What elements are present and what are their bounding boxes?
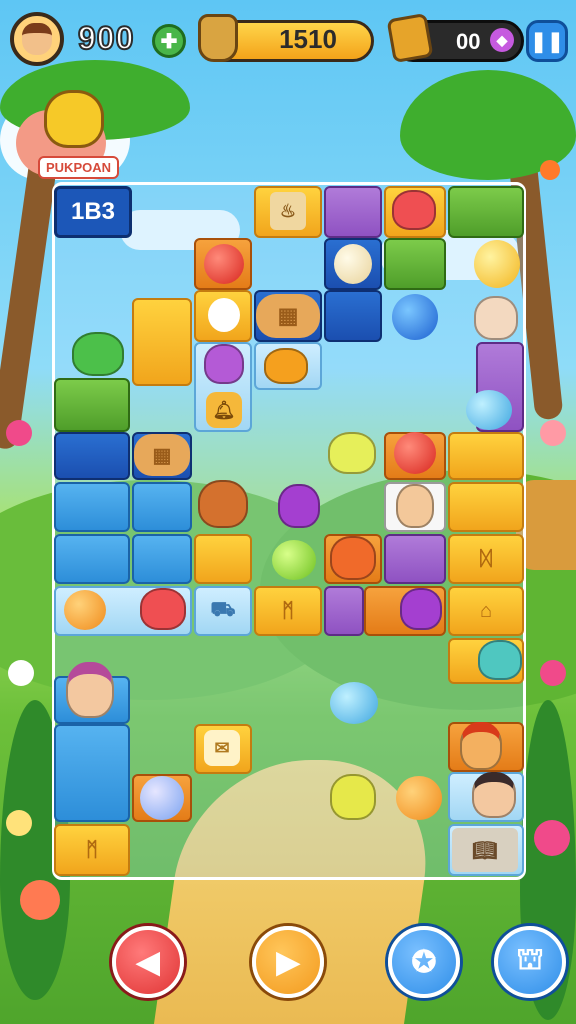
next-button[interactable]: ▶ [252, 926, 324, 998]
blue-creature [330, 682, 378, 724]
puzzle-tile[interactable] [448, 432, 524, 480]
plus-icon: ✚ [160, 30, 178, 53]
flower [6, 420, 32, 446]
left-arrow-icon: ◀ [136, 945, 160, 979]
hint-button[interactable]: ✪ [388, 926, 460, 998]
disco-ball [140, 776, 184, 820]
flower [20, 880, 60, 920]
player-avatar-icon[interactable] [10, 12, 64, 66]
purple-monster-creature [400, 588, 442, 630]
green-bird-creature [72, 332, 124, 376]
purple-creature [204, 344, 244, 384]
puzzle-tile[interactable] [54, 724, 130, 822]
girl-character [474, 296, 518, 340]
flower [540, 420, 566, 446]
scroll-icon: ✉ [204, 730, 240, 766]
orange-fish-creature [264, 348, 308, 384]
puzzle-tile[interactable] [324, 290, 382, 342]
bell-icon: 🔔︎ [206, 392, 242, 428]
grass-tile[interactable] [384, 238, 446, 290]
puzzle-tile[interactable] [132, 298, 192, 386]
pink-hair-character [66, 662, 114, 718]
gem-count: 00 [456, 29, 481, 54]
grass-tile[interactable] [54, 378, 130, 432]
coin-sack-icon [198, 14, 238, 62]
red-ball [394, 432, 436, 474]
waffle-icon: ▦ [134, 434, 190, 476]
book-icon: 📖︎ [452, 828, 518, 872]
previous-button[interactable]: ◀ [112, 926, 184, 998]
cream-puff [208, 298, 240, 332]
puzzle-tile[interactable] [324, 186, 382, 238]
puzzle-tile[interactable] [54, 432, 130, 480]
bear-mascot [44, 90, 104, 148]
green-ball [272, 540, 316, 580]
waffle-icon: ▦ [256, 294, 320, 338]
rune-tile[interactable]: ᛞ [448, 534, 524, 584]
rune-tile[interactable]: ᛗ [54, 824, 130, 876]
red-hair-character [460, 722, 502, 770]
level-indicator: 1B3 [54, 186, 132, 238]
yellow-ball [474, 240, 520, 288]
puzzle-tile[interactable] [194, 534, 252, 584]
cupcake-icon: ♨ [270, 192, 306, 230]
magnifier-icon: ✪ [411, 945, 437, 979]
dark-hair-character [472, 772, 516, 818]
red-fish-creature [140, 588, 186, 630]
boy-character [396, 484, 434, 528]
gem-icon: ◆ [490, 28, 514, 52]
rune-tile[interactable]: ᛗ [254, 586, 322, 636]
red-fish-creature [392, 190, 436, 230]
blue-creature [466, 390, 512, 430]
map-icon: ⛫ [516, 943, 544, 976]
flower [6, 810, 32, 836]
cart-tile[interactable]: ⛟ [194, 586, 252, 636]
flower [540, 160, 560, 180]
teal-fish-creature [478, 640, 522, 680]
mascot-label: PUKPOAN [38, 156, 120, 179]
brown-bear-creature [198, 480, 248, 528]
orange-creature [396, 776, 442, 820]
yellow-chick-creature [328, 432, 376, 474]
tree-trunk [0, 149, 59, 451]
rune-tile[interactable]: ⌂ [448, 586, 524, 636]
egg-ball [334, 244, 372, 284]
flower [540, 660, 566, 686]
flower [534, 820, 570, 856]
menu-button[interactable]: ⛫ [494, 926, 566, 998]
puzzle-tile[interactable] [132, 482, 192, 532]
right-arrow-icon: ▶ [276, 945, 300, 979]
grass-tile[interactable] [448, 186, 524, 238]
pause-icon: ❚❚ [530, 30, 564, 53]
puzzle-tile[interactable] [324, 586, 364, 636]
orange-fish-creature [64, 590, 106, 630]
blue-ball [392, 294, 438, 340]
pause-button[interactable]: ❚❚ [526, 20, 568, 62]
score-display: 900 [77, 19, 135, 57]
add-button[interactable]: ✚ [152, 24, 186, 58]
puzzle-tile[interactable] [384, 534, 446, 584]
puzzle-tile[interactable] [54, 482, 130, 532]
puzzle-tile[interactable] [448, 482, 524, 532]
red-ball [204, 244, 244, 284]
yellow-chick-creature [330, 774, 376, 820]
fox-creature [330, 536, 376, 580]
purple-monster-creature [278, 484, 320, 528]
coin-count: 1510 [279, 24, 337, 54]
flower [8, 660, 34, 686]
puzzle-tile[interactable] [132, 534, 192, 584]
puzzle-tile[interactable] [54, 534, 130, 584]
chest-icon [386, 12, 434, 64]
